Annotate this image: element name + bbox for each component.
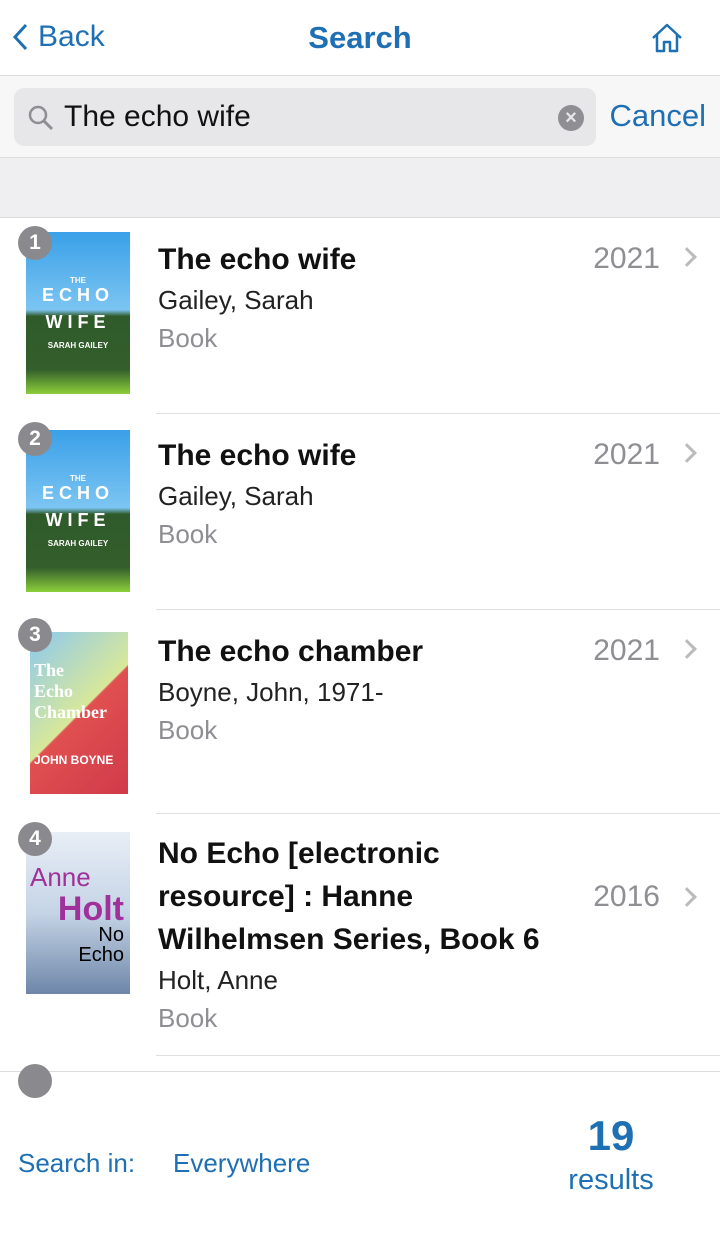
rank-badge: 2 bbox=[18, 422, 52, 456]
search-bar: × Cancel bbox=[0, 76, 720, 158]
list-item[interactable]: 3 The Echo Chamber JOHN BOYNE The echo c… bbox=[0, 610, 720, 814]
search-field[interactable]: × bbox=[14, 88, 596, 146]
cancel-button[interactable]: Cancel bbox=[610, 98, 707, 134]
cover-text: Chamber bbox=[34, 701, 107, 722]
results-count: 19 results bbox=[556, 1112, 666, 1197]
result-type: Book bbox=[158, 323, 218, 353]
result-type: Book bbox=[158, 715, 218, 745]
result-info: The echo wife Gailey, Sarah Book bbox=[158, 434, 580, 553]
cover-text: Holt bbox=[57, 889, 124, 928]
cover-text: Anne bbox=[30, 861, 91, 892]
chevron-right-icon bbox=[677, 443, 697, 463]
search-icon bbox=[28, 105, 54, 131]
result-year: 2021 bbox=[593, 438, 660, 471]
book-cover: The Echo Chamber JOHN BOYNE bbox=[30, 632, 128, 794]
page-title: Search bbox=[308, 20, 412, 55]
result-title: The echo chamber bbox=[158, 635, 424, 668]
result-type: Book bbox=[158, 1003, 218, 1033]
cover-text: WIFE bbox=[45, 312, 111, 332]
result-year: 2021 bbox=[593, 242, 660, 275]
home-icon[interactable] bbox=[650, 22, 684, 54]
cover-text: Echo bbox=[78, 943, 124, 966]
result-info: The echo wife Gailey, Sarah Book bbox=[158, 238, 580, 357]
result-title: The echo wife bbox=[158, 439, 357, 472]
results-header-band bbox=[0, 158, 720, 218]
cover-text: Echo bbox=[34, 680, 74, 701]
results-count-number: 19 bbox=[587, 1112, 635, 1159]
results-list[interactable]: 1 THE ECHO WIFE SARAH GAILEY The echo wi… bbox=[0, 218, 720, 1098]
list-item[interactable]: 4 Anne Holt No Echo No Echo [electronic … bbox=[0, 814, 720, 1056]
cover-text: ECHO bbox=[41, 483, 114, 503]
cover-text: SARAH GAILEY bbox=[47, 341, 109, 350]
result-author: Gailey, Sarah bbox=[158, 481, 314, 511]
result-author: Boyne, John, 1971- bbox=[158, 677, 384, 707]
chevron-right-icon bbox=[677, 247, 697, 267]
chevron-right-icon bbox=[677, 639, 697, 659]
rank-badge: 3 bbox=[18, 618, 52, 652]
search-scope-button[interactable]: Everywhere bbox=[173, 1148, 310, 1179]
result-year: 2016 bbox=[593, 880, 660, 913]
cover-text: THE bbox=[70, 276, 86, 285]
search-input[interactable] bbox=[64, 88, 544, 146]
result-info: No Echo [electronic resource] : Hanne Wi… bbox=[158, 832, 570, 1037]
cover-text: JOHN BOYNE bbox=[34, 752, 114, 767]
clear-icon[interactable]: × bbox=[558, 105, 584, 131]
search-in-label: Search in: bbox=[18, 1148, 136, 1178]
result-type: Book bbox=[158, 519, 218, 549]
rank-badge: 1 bbox=[18, 226, 52, 260]
result-info: The echo chamber Boyne, John, 1971- Book bbox=[158, 630, 580, 749]
cover-text: No bbox=[98, 923, 124, 946]
cover-text: SARAH GAILEY bbox=[47, 539, 109, 548]
list-item[interactable]: 2 THE ECHO WIFE SARAH GAILEY The echo wi… bbox=[0, 414, 720, 610]
cover-text: THE bbox=[70, 474, 86, 483]
cover-text: WIFE bbox=[45, 510, 111, 530]
results-count-label: results bbox=[568, 1164, 654, 1196]
chevron-right-icon bbox=[677, 887, 697, 907]
footer-bar: Search in: Everywhere 19 results bbox=[0, 1071, 720, 1245]
result-title: No Echo [electronic resource] : Hanne Wi… bbox=[158, 837, 540, 956]
cover-text: The bbox=[34, 659, 65, 680]
rank-badge: 4 bbox=[18, 822, 52, 856]
list-item[interactable]: 1 THE ECHO WIFE SARAH GAILEY The echo wi… bbox=[0, 218, 720, 414]
rank-badge bbox=[18, 1064, 52, 1098]
result-year: 2021 bbox=[593, 634, 660, 667]
result-author: Gailey, Sarah bbox=[158, 285, 314, 315]
cover-text: ECHO bbox=[41, 285, 114, 305]
result-author: Holt, Anne bbox=[158, 965, 278, 995]
nav-bar: Back Search bbox=[0, 0, 720, 76]
book-cover: Anne Holt No Echo bbox=[26, 832, 130, 994]
result-title: The echo wife bbox=[158, 243, 357, 276]
